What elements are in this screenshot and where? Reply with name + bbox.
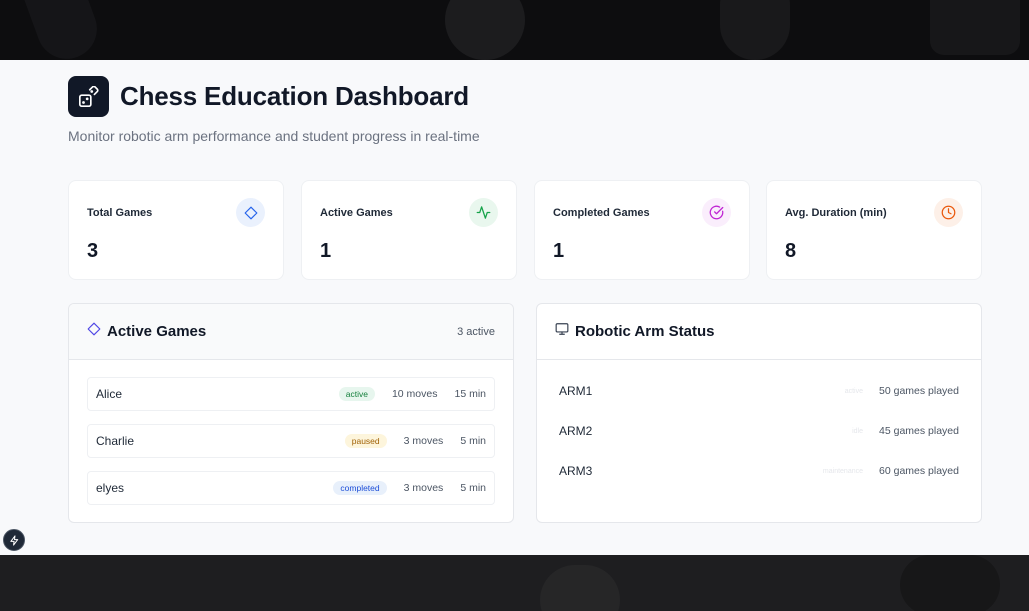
arm-status: maintenance [822, 467, 864, 475]
bolt-action-button[interactable] [3, 529, 25, 551]
dice-logo-icon [68, 76, 109, 117]
stat-label: Avg. Duration (min) [785, 207, 887, 219]
stat-card-active-games: Active Games 1 [301, 180, 517, 280]
active-games-panel: Active Games 3 active Alice active 10 mo… [68, 303, 514, 523]
arm-games-played: 50 games played [879, 385, 959, 397]
hero-image-top [0, 0, 1029, 60]
stat-value: 3 [87, 240, 99, 262]
robotic-arm-title: Robotic Arm Status [575, 323, 715, 340]
arm-name: ARM1 [559, 384, 593, 398]
arm-row: ARM1 active 50 games played [559, 384, 959, 398]
stat-label: Completed Games [553, 207, 650, 219]
game-duration: 5 min [460, 435, 486, 447]
arm-games-played: 45 games played [879, 425, 959, 437]
monitor-icon [555, 322, 569, 341]
stat-card-total-games: Total Games 3 [68, 180, 284, 280]
arm-games-played: 60 games played [879, 465, 959, 477]
moves-count: 3 moves [403, 482, 444, 494]
dashboard-main: Chess Education Dashboard Monitor roboti… [0, 60, 1029, 555]
stat-value: 8 [785, 240, 797, 262]
arm-name: ARM3 [559, 464, 593, 478]
check-circle-icon [702, 198, 731, 227]
page-title: Chess Education Dashboard [120, 81, 469, 111]
moves-count: 3 moves [403, 435, 444, 447]
active-games-title: Active Games [107, 323, 207, 340]
arm-name: ARM2 [559, 424, 593, 438]
arm-row: ARM3 maintenance 60 games played [559, 464, 959, 478]
clock-icon [934, 198, 963, 227]
stat-label: Active Games [320, 207, 393, 219]
robotic-arm-header: Robotic Arm Status [537, 304, 981, 360]
player-name: Alice [96, 387, 123, 401]
page-header: Chess Education Dashboard [68, 76, 469, 117]
hero-image-bottom [0, 555, 1029, 611]
arm-row: ARM2 idle 45 games played [559, 424, 959, 438]
active-count-label: 3 active [457, 325, 495, 338]
status-badge: completed [333, 481, 387, 495]
stat-value: 1 [553, 240, 565, 262]
arm-status: idle [852, 427, 864, 435]
page-subtitle: Monitor robotic arm performance and stud… [68, 128, 480, 144]
stat-label: Total Games [87, 207, 153, 219]
arm-status: active [844, 387, 864, 395]
status-badge: active [338, 387, 375, 401]
activity-icon [469, 198, 498, 227]
player-name: Charlie [96, 434, 135, 448]
diamond-icon [236, 198, 265, 227]
stat-card-completed-games: Completed Games 1 [534, 180, 750, 280]
robotic-arm-panel: Robotic Arm Status ARM1 active 50 games … [536, 303, 982, 523]
player-name: elyes [96, 481, 125, 495]
game-row[interactable]: Charlie paused 3 moves 5 min [87, 424, 495, 458]
game-row[interactable]: Alice active 10 moves 15 min [87, 377, 495, 411]
status-badge: paused [344, 434, 387, 448]
game-duration: 15 min [454, 388, 486, 400]
game-row[interactable]: elyes completed 3 moves 5 min [87, 471, 495, 505]
stat-value: 1 [320, 240, 332, 262]
game-duration: 5 min [460, 482, 486, 494]
diamond-icon [87, 322, 101, 341]
stat-card-avg-duration: Avg. Duration (min) 8 [766, 180, 982, 280]
moves-count: 10 moves [391, 388, 438, 400]
active-games-header: Active Games 3 active [69, 304, 513, 360]
